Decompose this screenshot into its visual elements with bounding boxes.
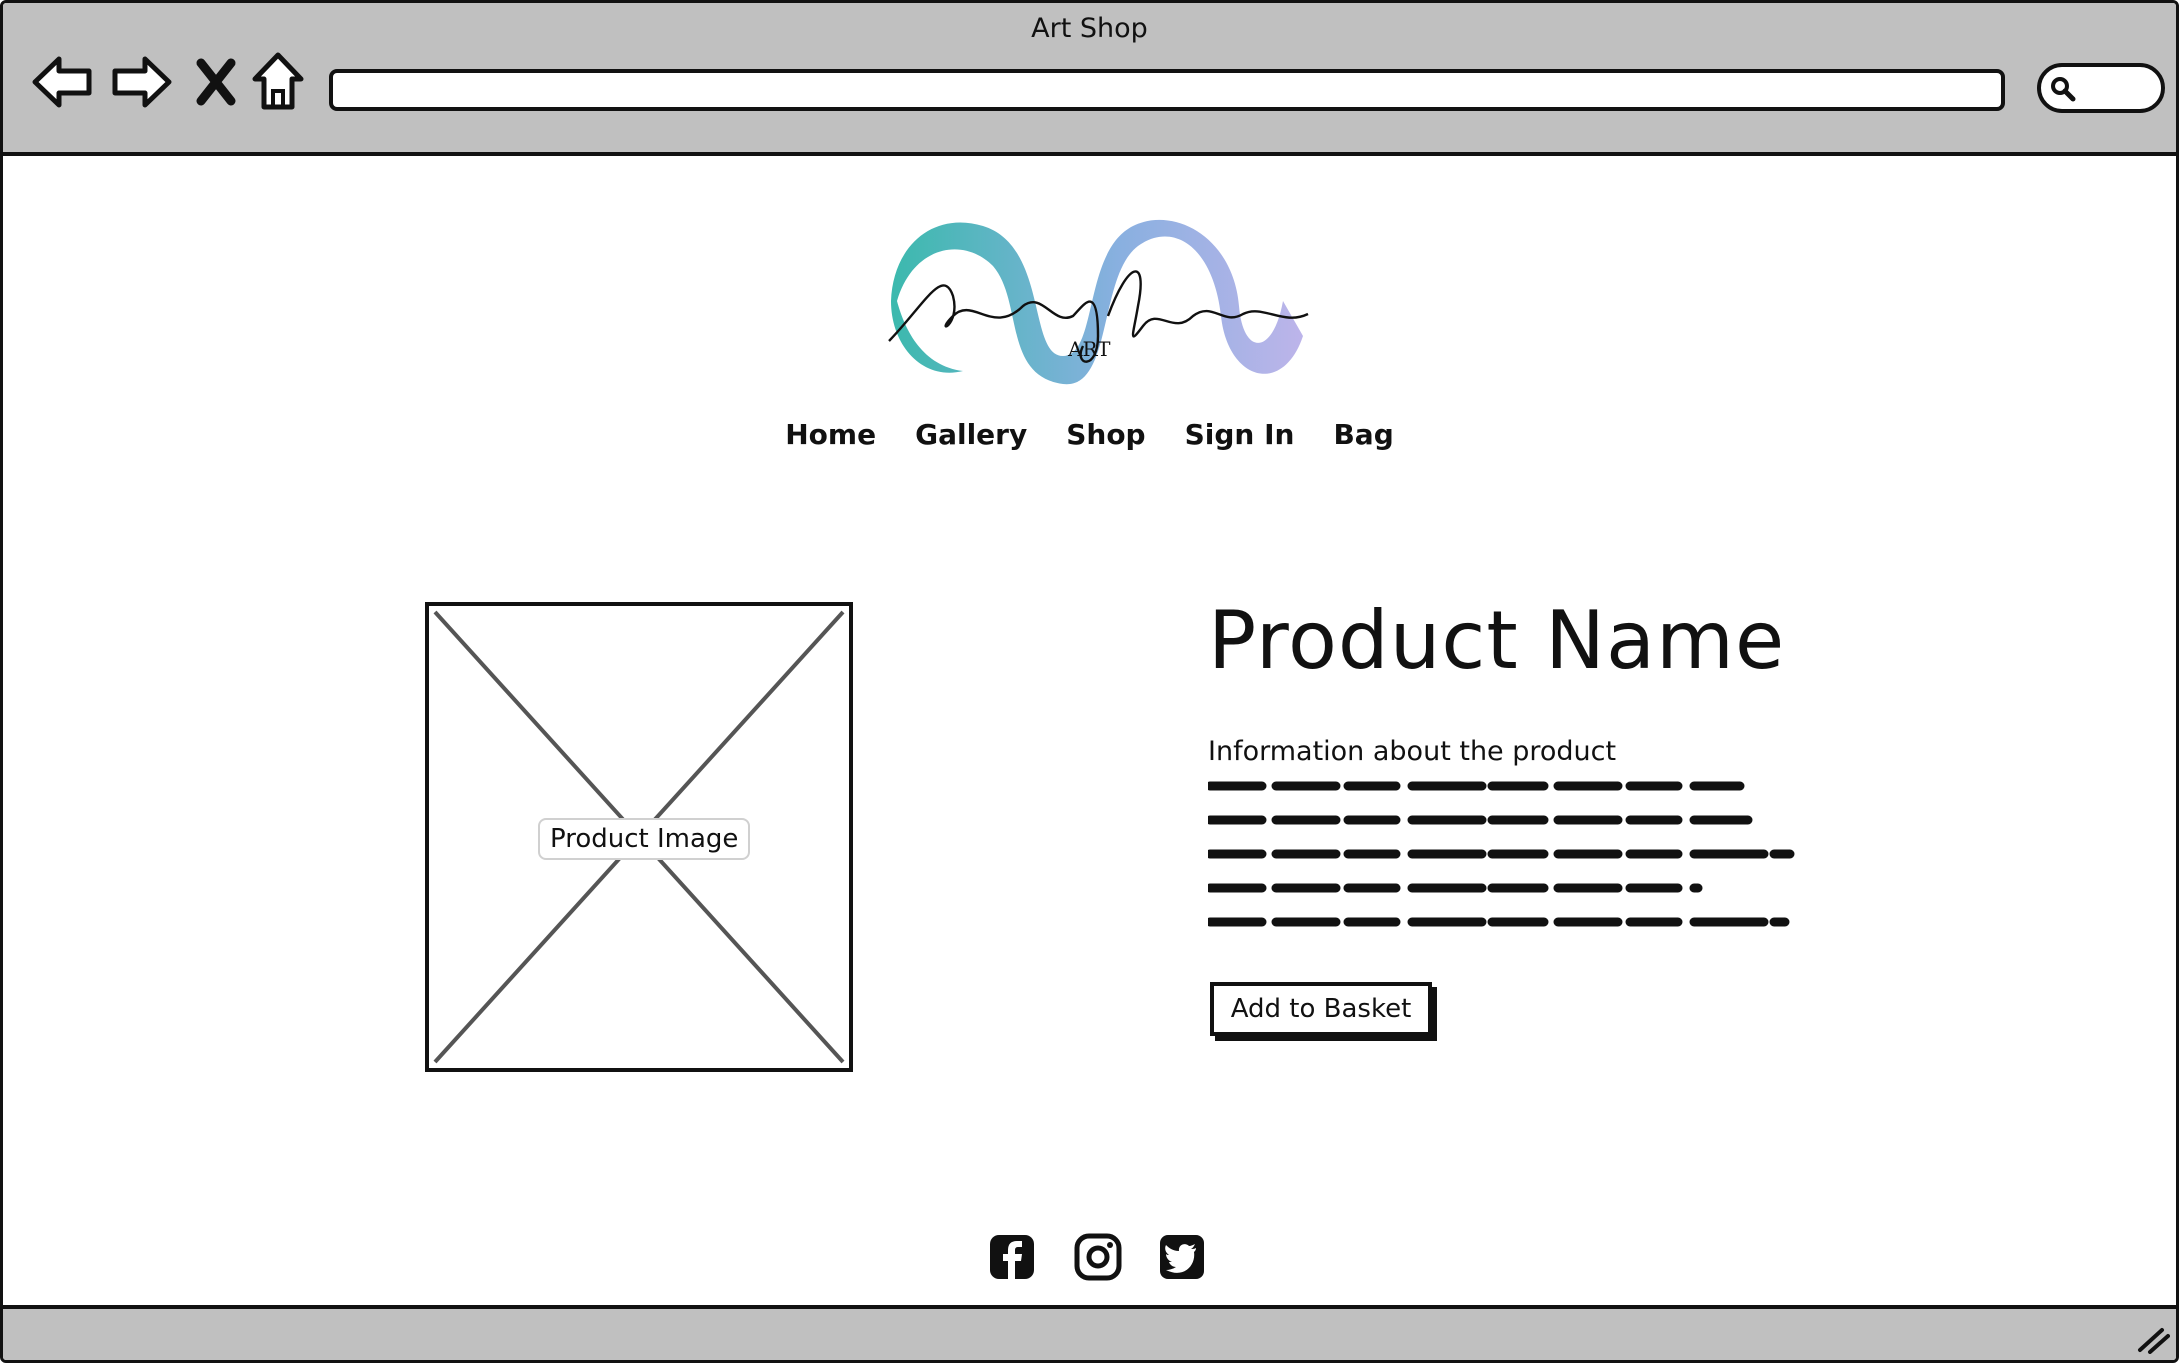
nav-gallery[interactable]: Gallery xyxy=(915,418,1027,451)
logo-sub-text: ART xyxy=(1067,337,1111,361)
nav-shop[interactable]: Shop xyxy=(1066,418,1145,451)
product-image-label: Product Image xyxy=(538,818,751,860)
search-icon xyxy=(2051,77,2076,102)
nav-bag[interactable]: Bag xyxy=(1333,418,1393,451)
instagram-icon[interactable] xyxy=(1074,1233,1122,1281)
browser-window: Art Shop ART Home Gallery Shop Sign In B… xyxy=(0,0,2179,1363)
facebook-icon[interactable] xyxy=(988,1233,1036,1281)
add-to-basket-button[interactable]: Add to Basket xyxy=(1210,982,1432,1036)
product-info-label: Information about the product xyxy=(1208,736,1617,767)
browser-search-box[interactable] xyxy=(2037,63,2165,113)
nav-home[interactable]: Home xyxy=(785,418,876,451)
nav-sign-in[interactable]: Sign In xyxy=(1185,418,1295,451)
site-nav: Home Gallery Shop Sign In Bag xyxy=(3,418,2176,451)
home-icon[interactable] xyxy=(251,49,305,115)
page-content: ART Home Gallery Shop Sign In Bag Produc… xyxy=(3,156,2176,1308)
twitter-icon[interactable] xyxy=(1158,1233,1206,1281)
site-logo[interactable]: ART xyxy=(883,206,1313,406)
forward-arrow-icon[interactable] xyxy=(109,49,175,115)
address-bar[interactable] xyxy=(329,69,2005,111)
product-name: Product Name xyxy=(1208,594,1786,687)
browser-statusbar xyxy=(3,1305,2176,1360)
product-description-placeholder xyxy=(1205,774,1798,944)
product-image-placeholder: Product Image xyxy=(425,602,853,1072)
window-title: Art Shop xyxy=(1031,13,1148,44)
browser-titlebar: Art Shop xyxy=(3,3,2176,156)
resize-grip-icon[interactable] xyxy=(2136,1324,2170,1354)
back-arrow-icon[interactable] xyxy=(29,49,95,115)
close-x-icon[interactable] xyxy=(193,49,239,115)
